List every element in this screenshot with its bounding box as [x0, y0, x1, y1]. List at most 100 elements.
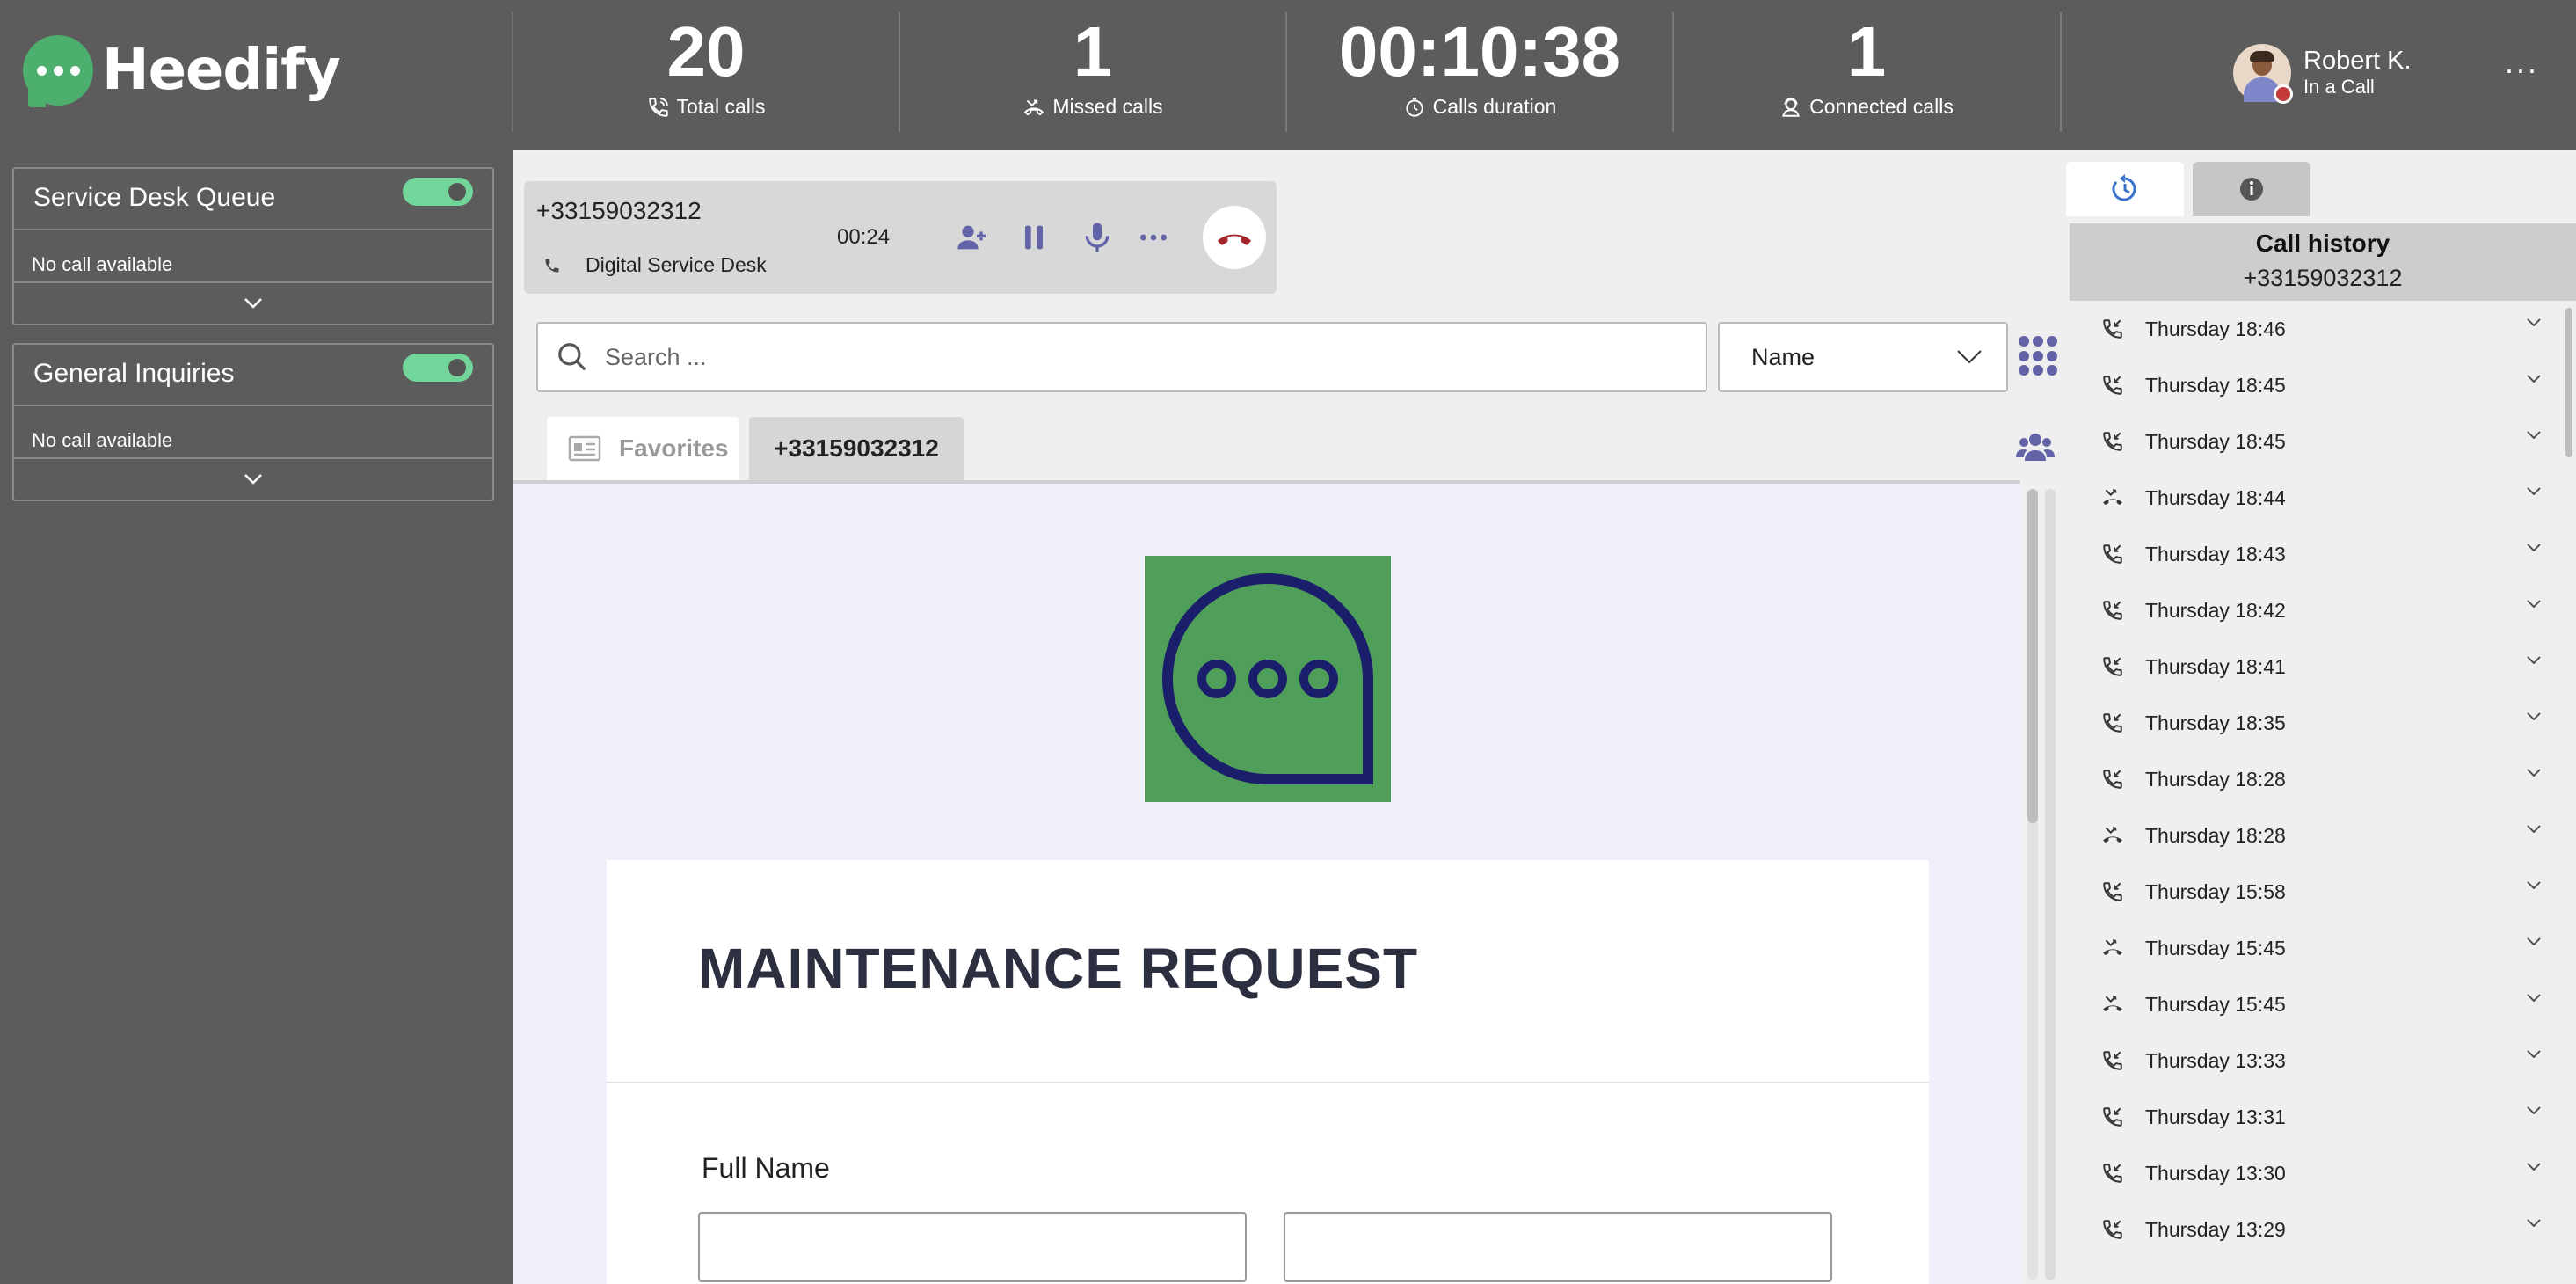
user-profile[interactable]: Robert K. In a Call [2233, 44, 2412, 104]
incoming-call-icon [2103, 601, 2122, 620]
search-box[interactable] [536, 322, 1707, 392]
call-history-item-label: Thursday 13:30 [2145, 1161, 2286, 1185]
call-history-item[interactable]: Thursday 13:30 [2070, 1145, 2576, 1201]
incoming-call-icon [2103, 1164, 2122, 1183]
call-history-item[interactable]: Thursday 18:28 [2070, 751, 2576, 807]
hold-button[interactable] [1015, 218, 1053, 257]
chevron-down-icon[interactable] [2525, 1048, 2543, 1061]
chevron-down-icon[interactable] [2525, 542, 2543, 554]
call-history-item[interactable]: Thursday 18:46 [2070, 301, 2576, 357]
chevron-down-icon[interactable] [2525, 936, 2543, 948]
app-name: Heedify [102, 38, 341, 103]
logo-bubble-icon [23, 35, 93, 107]
stat-total-calls-label: Total calls [676, 95, 766, 118]
chevron-down-icon[interactable] [2525, 879, 2543, 892]
stat-calls-duration-label: Calls duration [1432, 95, 1557, 118]
history-scrollbar[interactable] [2565, 308, 2572, 457]
more-horizontal-icon [1140, 234, 1167, 241]
queue-toggle[interactable] [403, 354, 473, 382]
chevron-down-icon[interactable] [2525, 317, 2543, 329]
missed-call-icon [2103, 827, 2122, 843]
tab-call-history[interactable] [2066, 162, 2184, 216]
more-call-options-button[interactable] [1134, 218, 1173, 257]
call-history-item[interactable]: Thursday 18:44 [2070, 470, 2576, 526]
sort-select[interactable]: Name [1718, 322, 2008, 392]
call-history-item[interactable]: Thursday 18:35 [2070, 695, 2576, 751]
call-history-panel: Call history +33159032312 Thursday 18:46… [2063, 150, 2576, 1284]
chat-bubble-icon [1161, 573, 1373, 784]
active-call-queue: Digital Service Desk [586, 253, 767, 276]
form-card: MAINTENANCE REQUEST Full Name [607, 860, 1929, 1284]
call-history-item[interactable]: Thursday 13:29 [2070, 1201, 2576, 1258]
more-horizontal-icon[interactable]: ··· [2504, 54, 2538, 85]
call-history-item[interactable]: Thursday 13:31 [2070, 1089, 2576, 1145]
content-scrollbar[interactable] [2020, 480, 2063, 1284]
call-history-item[interactable]: Thursday 13:33 [2070, 1032, 2576, 1089]
dialpad-icon[interactable] [2019, 336, 2059, 376]
last-name-field[interactable] [1284, 1212, 1832, 1282]
chevron-down-icon[interactable] [2525, 373, 2543, 385]
info-icon [2240, 178, 2263, 201]
chevron-down-icon[interactable] [2525, 767, 2543, 779]
incoming-call-icon [2103, 713, 2122, 733]
incoming-call-icon [2103, 1220, 2122, 1239]
stat-missed-calls-label: Missed calls [1052, 95, 1163, 118]
chevron-down-icon[interactable] [2525, 823, 2543, 835]
queue-toggle[interactable] [403, 178, 473, 206]
chevron-down-icon[interactable] [2525, 992, 2543, 1004]
call-history-number: +33159032312 [2243, 265, 2403, 291]
queue-expand-button[interactable] [14, 459, 492, 500]
form-divider [607, 1082, 1929, 1083]
call-history-item[interactable]: Thursday 15:58 [2070, 864, 2576, 920]
call-history-item-label: Thursday 18:35 [2145, 711, 2286, 734]
hang-up-button[interactable] [1203, 206, 1266, 269]
tab-contact[interactable]: +33159032312 [749, 417, 964, 480]
avatar[interactable] [2233, 44, 2293, 104]
tab-info[interactable] [2193, 162, 2310, 216]
chevron-down-icon[interactable] [2525, 429, 2543, 441]
call-history-title: Call history [2255, 230, 2390, 257]
first-name-field[interactable] [698, 1212, 1247, 1282]
chevron-down-icon[interactable] [2525, 1217, 2543, 1229]
chevron-down-icon[interactable] [2525, 1161, 2543, 1173]
call-history-item[interactable]: Thursday 18:45 [2070, 357, 2576, 413]
call-history-item[interactable]: Thursday 18:42 [2070, 582, 2576, 638]
people-icon[interactable] [2015, 429, 2056, 464]
call-history-item[interactable]: Thursday 18:45 [2070, 413, 2576, 470]
chevron-down-icon[interactable] [2525, 711, 2543, 723]
sort-select-value: Name [1751, 343, 1816, 370]
stat-calls-duration: 00:10:38 Calls duration [1285, 12, 1672, 132]
queue-message: No call available [32, 253, 173, 275]
user-name: Robert K. [2303, 47, 2412, 75]
chevron-down-icon[interactable] [2525, 485, 2543, 498]
stat-separator [2060, 12, 2062, 132]
stat-connected-calls-label: Connected calls [1809, 95, 1954, 118]
stat-connected-calls-value: 1 [1846, 12, 1887, 91]
mute-button[interactable] [1078, 218, 1117, 257]
call-history-item-label: Thursday 15:45 [2145, 992, 2286, 1016]
call-history-item[interactable]: Thursday 18:43 [2070, 526, 2576, 582]
call-history-item-label: Thursday 15:45 [2145, 936, 2286, 959]
chevron-down-icon [1957, 350, 1982, 364]
tab-contact-label: +33159032312 [774, 434, 939, 462]
phone-icon [648, 97, 668, 117]
stat-total-calls: 20 Total calls [512, 12, 899, 132]
history-icon [2112, 174, 2136, 201]
stat-total-calls-value: 20 [666, 12, 746, 91]
call-history-item[interactable]: Thursday 15:45 [2070, 920, 2576, 976]
call-history-item[interactable]: Thursday 18:28 [2070, 807, 2576, 864]
call-history-item[interactable]: Thursday 15:45 [2070, 976, 2576, 1032]
headset-icon [1782, 97, 1801, 117]
chevron-down-icon[interactable] [2525, 598, 2543, 610]
tab-favorites[interactable]: Favorites [547, 417, 739, 480]
chevron-down-icon[interactable] [2525, 654, 2543, 667]
queue-expand-button[interactable] [14, 283, 492, 324]
call-history-item[interactable]: Thursday 18:41 [2070, 638, 2576, 695]
call-history-item-label: Thursday 18:45 [2145, 373, 2286, 397]
search-input[interactable] [605, 343, 1660, 371]
main-area: +33159032312 Digital Service Desk 00:24 … [513, 150, 2063, 1284]
chevron-down-icon[interactable] [2525, 1105, 2543, 1117]
incoming-call-icon [2103, 882, 2122, 901]
active-call-bar: +33159032312 Digital Service Desk 00:24 [524, 181, 1277, 294]
add-person-button[interactable] [953, 218, 992, 257]
